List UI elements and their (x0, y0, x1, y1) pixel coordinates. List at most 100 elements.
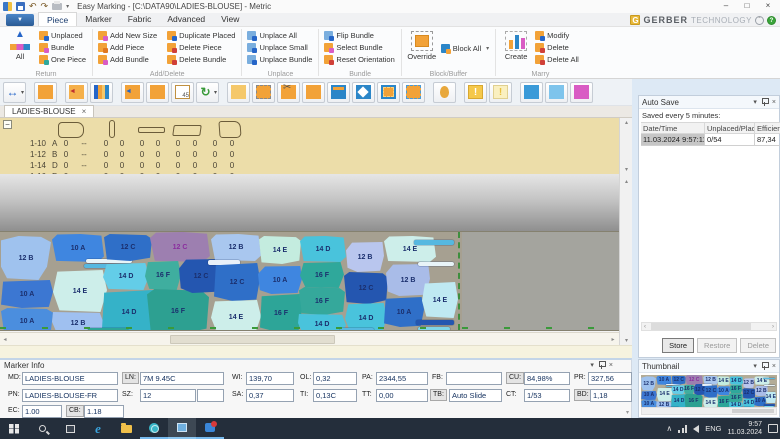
unplaced-button[interactable]: Unplaced (39, 30, 86, 40)
autosave-cell[interactable]: 11.03.2024 9:57:11 (641, 134, 705, 146)
one-piece-button[interactable]: One Piece (39, 54, 86, 64)
qty-cell[interactable]: 0 (136, 161, 148, 170)
toolbar-stack-button[interactable] (302, 82, 325, 103)
qty-cell[interactable]: 0 (116, 150, 128, 159)
table-row[interactable]: 1-14D0--00000000 (0, 161, 619, 172)
search-button[interactable] (28, 418, 56, 439)
cb-field[interactable]: 1.18 (84, 405, 124, 418)
marker-piece[interactable]: 16 F (260, 294, 302, 331)
select-bundle-button[interactable]: Select Bundle (324, 42, 394, 52)
qty-cell[interactable]: 0 (226, 139, 238, 148)
marker-piece[interactable]: 10 A (641, 391, 656, 400)
marker-sliver[interactable] (414, 240, 454, 245)
qty-cell[interactable]: 0 (116, 161, 128, 170)
qty-cell[interactable]: 0 (100, 161, 112, 170)
column-header[interactable]: Efficiency (755, 122, 780, 134)
toolbar-warn2-button[interactable] (489, 82, 512, 103)
file-explorer-button[interactable] (112, 418, 140, 439)
toolbar-moveleft-button[interactable] (121, 82, 144, 103)
marker-vscrollbar[interactable]: ▴ ▾ ▴ ▾ (619, 118, 632, 345)
marker-piece[interactable]: 12 C (685, 375, 703, 385)
qty-cell[interactable]: 0 (189, 161, 201, 170)
table-row[interactable]: 1-12B0--00000000 (0, 150, 619, 161)
md-field[interactable]: LADIES-BLOUSE (22, 372, 118, 385)
tab-advanced[interactable]: Advanced (159, 12, 213, 26)
start-button[interactable] (0, 418, 28, 439)
marker-piece[interactable]: 12 B (211, 234, 261, 261)
add-new-size-button[interactable]: Add New Size (98, 30, 157, 40)
qty-cell[interactable]: 0 (189, 150, 201, 159)
marker-piece[interactable]: 16 F (300, 262, 344, 288)
marker-sliver[interactable] (764, 385, 775, 386)
unplace-all-button[interactable]: Unplace All (247, 30, 312, 40)
print-icon[interactable] (52, 3, 62, 10)
ti-field[interactable]: 0,13C (313, 389, 357, 402)
toolbar-flip45-button[interactable] (171, 82, 194, 103)
table-row[interactable]: 1-10A0--00000000 (0, 139, 619, 150)
override-button[interactable]: Override (407, 30, 437, 61)
marker-sliver[interactable] (418, 262, 454, 266)
easy-marking-taskbar-button[interactable] (168, 418, 196, 439)
pn-field[interactable]: LADIES-BLOUSE-FR (22, 389, 118, 402)
pin-icon[interactable] (761, 362, 768, 370)
qty-cell[interactable]: 0 (60, 139, 72, 148)
hscroll-thumb[interactable] (170, 335, 335, 344)
block-all-button[interactable]: Block All▾ (441, 43, 489, 53)
toolbar-warn-button[interactable] (464, 82, 487, 103)
thumbnail-preview[interactable]: 12 B10 A10 A10 A14 E12 B12 C14 D14 D12 C… (641, 375, 777, 408)
collapse-ribbon-icon[interactable]: ˆ (755, 16, 764, 25)
qty-cell[interactable]: 0 (152, 139, 164, 148)
cu-field[interactable]: 84,98% (524, 372, 570, 385)
toolbar-cut-button[interactable] (277, 82, 300, 103)
dropdown-caret-icon[interactable]: ▾ (21, 89, 24, 96)
ct-field[interactable]: 1/53 (524, 389, 570, 402)
maximize-button[interactable]: □ (737, 0, 757, 12)
piece-silhouette-sleeve[interactable] (109, 120, 115, 138)
autosave-table[interactable]: Date/TimeUnplaced/PlacedEfficiency11.03.… (641, 122, 780, 146)
panel-close-icon[interactable]: × (609, 362, 613, 369)
qty-cell[interactable]: 0 (226, 150, 238, 159)
toolbar-grid-button[interactable] (34, 82, 57, 103)
marker-piece[interactable]: 14 E (657, 388, 673, 402)
tab-view[interactable]: View (213, 12, 247, 26)
cu-label[interactable]: CU: (506, 372, 524, 384)
toolbar-fit-button[interactable]: ▾ (3, 82, 26, 103)
panel-close-icon[interactable]: × (772, 99, 776, 106)
panel-menu-icon[interactable]: ▾ (590, 361, 594, 369)
marker-piece[interactable]: 16 F (684, 394, 702, 408)
marker-piece[interactable]: 12 B (755, 386, 768, 397)
marker-piece[interactable]: 12 B (703, 376, 718, 385)
qty-cell[interactable]: 0 (152, 150, 164, 159)
toolbar-stripes-button[interactable] (90, 82, 113, 103)
tb-field[interactable]: Auto Slide (449, 389, 502, 402)
ln-label[interactable]: LN: (122, 372, 139, 384)
tab-marker[interactable]: Marker (77, 12, 119, 26)
qty-cell[interactable]: 0 (209, 139, 221, 148)
autosave-cell[interactable]: 87,34 (755, 134, 780, 146)
qty-cell[interactable]: -- (78, 139, 90, 148)
panel-menu-icon[interactable]: ▾ (753, 98, 757, 106)
document-tab[interactable]: LADIES-BLOUSE × (4, 105, 94, 117)
taskbar-clock[interactable]: 9:57 11.03.2024 (727, 421, 762, 437)
marker-piece[interactable]: 16 F (730, 385, 743, 394)
dropdown-caret-icon[interactable]: ▾ (214, 89, 217, 96)
doc-tab-close-icon[interactable]: × (82, 107, 87, 116)
add-bundle-button[interactable]: Add Bundle (98, 54, 157, 64)
autosave-hscroll-thumb[interactable] (651, 323, 751, 330)
tab-fabric[interactable]: Fabric (120, 12, 160, 26)
unplace-small-button[interactable]: Unplace Small (247, 42, 312, 52)
task-view-button[interactable] (56, 418, 84, 439)
toolbar-rotate45-button[interactable]: ▾ (196, 82, 219, 103)
marker-piece[interactable]: 12 B (1, 236, 51, 280)
edge-button[interactable]: e (84, 418, 112, 439)
delete-button[interactable]: Delete (740, 338, 776, 353)
modify-button[interactable]: Modify (535, 30, 579, 40)
delete-bundle-button[interactable]: Delete Bundle (167, 54, 235, 64)
app-button-1[interactable] (140, 418, 168, 439)
marker-piece[interactable]: 14 E (53, 270, 107, 312)
toolbar-blueovl-button[interactable] (545, 82, 568, 103)
delete-button[interactable]: Delete (535, 42, 579, 52)
piece-silhouette-yoke[interactable] (172, 125, 202, 136)
delete-all-button[interactable]: Delete All (535, 54, 579, 64)
redo-icon[interactable]: ↷ (41, 1, 49, 12)
